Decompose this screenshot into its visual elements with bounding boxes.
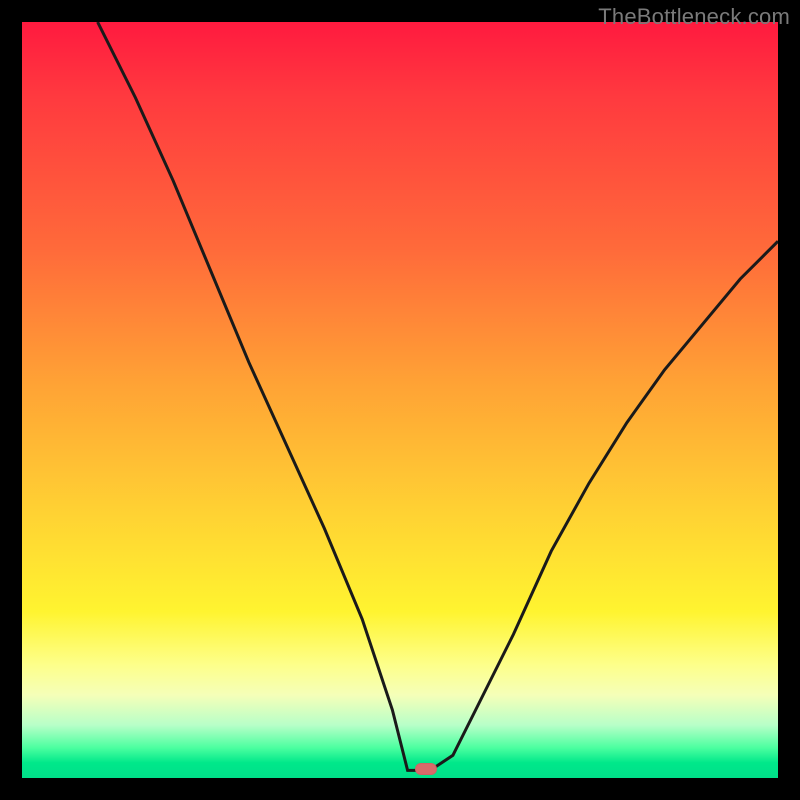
watermark-text: TheBottleneck.com	[598, 4, 790, 30]
curve-svg	[22, 22, 778, 778]
bottleneck-curve-path	[98, 22, 778, 770]
optimal-marker	[415, 763, 437, 775]
chart-frame: TheBottleneck.com	[0, 0, 800, 800]
plot-area	[22, 22, 778, 778]
